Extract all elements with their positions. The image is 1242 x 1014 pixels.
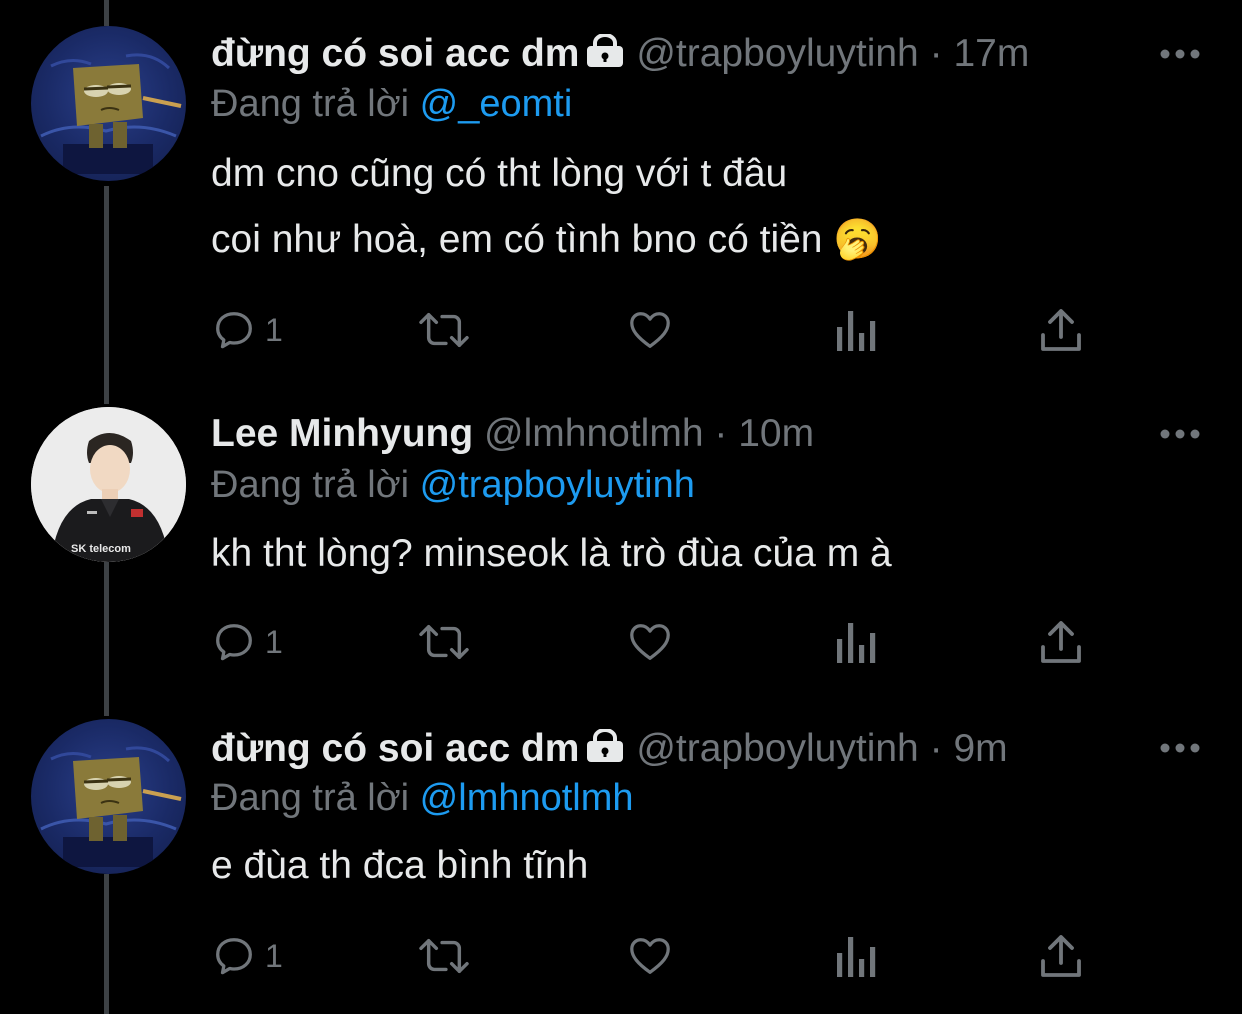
analytics-icon	[835, 619, 877, 665]
separator-dot: ·	[714, 412, 728, 455]
reply-button[interactable]: 1	[211, 300, 283, 360]
heart-icon	[626, 933, 674, 979]
reply-icon	[211, 933, 257, 979]
retweet-button[interactable]	[416, 612, 472, 672]
separator-dot: ·	[929, 727, 943, 770]
heart-icon	[626, 619, 674, 665]
lock-icon	[585, 728, 625, 774]
share-icon	[1039, 933, 1083, 979]
like-button[interactable]	[626, 612, 674, 672]
reply-button[interactable]: 1	[211, 926, 283, 986]
analytics-button[interactable]	[835, 926, 877, 986]
tweet-text: kh tht lòng? minseok là trò đùa của m à	[211, 521, 892, 587]
tweet[interactable]: đừng có soi acc dm @trapboyluytinh · 17m…	[0, 0, 1242, 400]
tweet-text-line: dm cno cũng có tht lòng với t đâu	[211, 152, 788, 195]
retweet-icon	[416, 619, 472, 665]
person-avatar-icon[interactable]: SK telecom	[31, 407, 186, 562]
reply-mention-link[interactable]: @_eomti	[420, 83, 573, 125]
analytics-icon	[835, 307, 877, 353]
spongebob-avatar-icon[interactable]	[31, 719, 186, 874]
heart-icon	[626, 307, 674, 353]
user-handle[interactable]: @trapboyluytinh	[636, 32, 918, 75]
tweet[interactable]: đừng có soi acc dm @trapboyluytinh · 9m …	[0, 710, 1242, 1014]
tweet-header: đừng có soi acc dm @trapboyluytinh · 17m	[211, 31, 1029, 79]
analytics-icon	[835, 933, 877, 979]
tweet-header: Lee Minhyung @lmhnotlmh · 10m	[211, 411, 814, 457]
replying-to-label: Đang trả lời	[211, 83, 410, 125]
like-button[interactable]	[626, 300, 674, 360]
reply-button[interactable]: 1	[211, 612, 283, 672]
spongebob-avatar-icon[interactable]	[31, 26, 186, 181]
reply-count: 1	[265, 623, 283, 660]
like-button[interactable]	[626, 926, 674, 986]
tweet-actions: 1	[211, 300, 1111, 360]
tweet[interactable]: SK telecom Lee Minhyung @lmhnotlmh · 10m…	[0, 400, 1242, 710]
share-icon	[1039, 307, 1083, 353]
share-icon	[1039, 619, 1083, 665]
share-button[interactable]	[1039, 926, 1083, 986]
lock-icon	[585, 33, 625, 79]
analytics-button[interactable]	[835, 612, 877, 672]
more-options-icon[interactable]	[1158, 738, 1202, 758]
more-options-icon[interactable]	[1158, 44, 1202, 64]
retweet-button[interactable]	[416, 300, 472, 360]
more-options-icon[interactable]	[1158, 424, 1202, 444]
analytics-button[interactable]	[835, 300, 877, 360]
separator-dot: ·	[929, 32, 943, 75]
tweet-text: dm cno cũng có tht lòng với t đâu coi nh…	[211, 141, 882, 273]
tweet-actions: 1	[211, 926, 1111, 986]
display-name[interactable]: Lee Minhyung	[211, 412, 473, 455]
replying-to: Đang trả lời @_eomti	[211, 81, 572, 127]
share-button[interactable]	[1039, 300, 1083, 360]
tweet-text-line: kh tht lòng? minseok là trò đùa của m à	[211, 532, 892, 575]
reply-mention-link[interactable]: @trapboyluytinh	[420, 464, 695, 506]
share-button[interactable]	[1039, 612, 1083, 672]
reply-icon	[211, 619, 257, 665]
retweet-button[interactable]	[416, 926, 472, 986]
reply-count: 1	[265, 937, 283, 974]
reply-icon	[211, 307, 257, 353]
replying-to-label: Đang trả lời	[211, 777, 410, 819]
replying-to: Đang trả lời @trapboyluytinh	[211, 462, 695, 508]
reply-mention-link[interactable]: @lmhnotlmh	[420, 777, 634, 819]
tweet-text-line: coi như hoà, em có tình bno có tiền 🥱	[211, 218, 882, 261]
replying-to-label: Đang trả lời	[211, 464, 410, 506]
timestamp[interactable]: 17m	[953, 32, 1029, 75]
tweet-text: e đùa th đca bình tĩnh	[211, 833, 588, 899]
timestamp[interactable]: 9m	[953, 727, 1007, 770]
timestamp[interactable]: 10m	[738, 412, 814, 455]
user-handle[interactable]: @trapboyluytinh	[636, 727, 918, 770]
user-handle[interactable]: @lmhnotlmh	[484, 412, 704, 455]
display-name[interactable]: đừng có soi acc dm	[211, 32, 579, 75]
retweet-icon	[416, 933, 472, 979]
tweet-text-line: e đùa th đca bình tĩnh	[211, 844, 589, 887]
tweet-header: đừng có soi acc dm @trapboyluytinh · 9m	[211, 726, 1008, 774]
tweet-actions: 1	[211, 612, 1111, 672]
display-name[interactable]: đừng có soi acc dm	[211, 727, 579, 770]
retweet-icon	[416, 307, 472, 353]
replying-to: Đang trả lời @lmhnotlmh	[211, 775, 634, 821]
sk-logo-text: SK telecom	[71, 543, 131, 555]
reply-count: 1	[265, 311, 283, 348]
